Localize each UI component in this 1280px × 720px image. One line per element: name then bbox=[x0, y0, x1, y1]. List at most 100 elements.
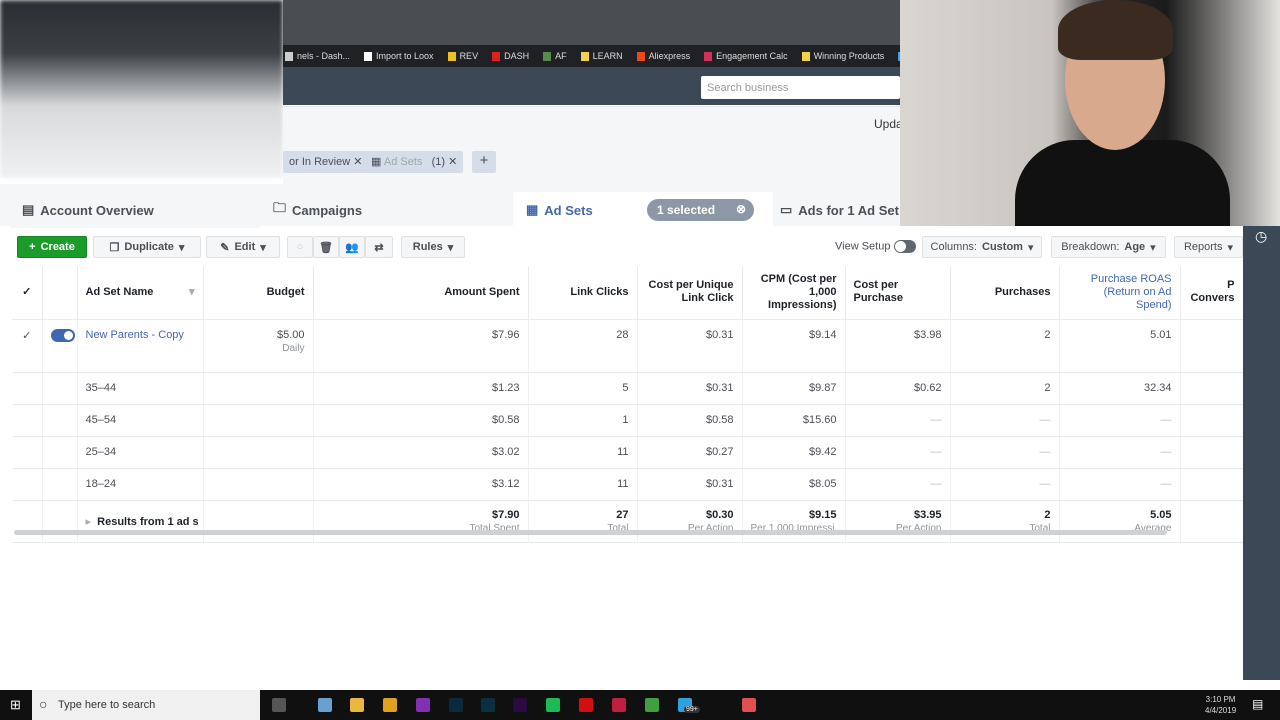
select-all-checkbox[interactable]: ✓ bbox=[12, 266, 43, 320]
tab-campaigns[interactable]: 🗀 Campaigns bbox=[273, 192, 362, 228]
table-row[interactable]: 35–44 $1.23 5 $0.31 $9.87 $0.62 2 32.34 bbox=[12, 372, 1244, 405]
close-icon[interactable]: ✕ bbox=[353, 156, 362, 168]
results-name[interactable]: ▸ Results from 1 ad s bbox=[77, 500, 204, 543]
rules-button[interactable]: Rules ▾ bbox=[401, 236, 465, 258]
lightroom-icon[interactable] bbox=[481, 698, 495, 712]
empty-cell bbox=[12, 372, 43, 405]
col-purchase-roas[interactable]: Purchase ROAS (Return on Ad Spend) bbox=[1059, 266, 1181, 320]
results-label: Results from 1 ad s bbox=[97, 515, 199, 528]
clear-selection-icon[interactable]: ⊗ bbox=[736, 202, 746, 216]
reports-dropdown[interactable]: Reports ▾ bbox=[1174, 236, 1243, 258]
app-z-icon[interactable] bbox=[612, 698, 626, 712]
bookmark-icon bbox=[543, 52, 552, 62]
tab-account-overview[interactable]: ▤ Account Overview bbox=[22, 192, 154, 228]
bookmark-item[interactable]: Winning Products bbox=[801, 50, 885, 62]
tab-ad-sets[interactable]: ▦ Ad Sets bbox=[526, 192, 593, 228]
active-toggle[interactable] bbox=[50, 328, 75, 342]
cpm-cell: $9.14 bbox=[742, 319, 846, 373]
bookmark-item[interactable]: DASH bbox=[492, 51, 529, 62]
evernote-icon[interactable] bbox=[645, 698, 659, 712]
cpm-cell: $8.05 bbox=[742, 468, 846, 501]
breakdown-dropdown[interactable]: Breakdown: Age ▾ bbox=[1051, 236, 1166, 258]
col-budget[interactable]: Budget bbox=[203, 266, 314, 320]
bookmark-item[interactable]: Aliexpress bbox=[636, 51, 690, 62]
audience-button[interactable]: 👥 bbox=[339, 236, 365, 258]
columns-dropdown[interactable]: Columns: Custom ▾ bbox=[922, 236, 1042, 258]
tab-label: Account Overview bbox=[40, 202, 154, 218]
view-setup-toggle[interactable] bbox=[893, 240, 916, 253]
search-business-input[interactable]: Search business bbox=[701, 76, 900, 99]
bookmark-label: nels - Dash... bbox=[297, 50, 351, 61]
add-filter-button[interactable]: + bbox=[472, 151, 496, 173]
create-button[interactable]: + Create bbox=[17, 236, 87, 258]
windows-start-icon[interactable]: ⊞ bbox=[10, 697, 21, 713]
table-row[interactable]: 18–24 $3.12 11 $0.31 $8.05— — — bbox=[12, 468, 1244, 501]
horizontal-scrollbar[interactable] bbox=[14, 530, 1167, 535]
notifications-icon[interactable]: ▤ bbox=[1252, 697, 1263, 711]
bookmark-item[interactable]: LEARN bbox=[580, 51, 623, 62]
edit-button[interactable]: ✎ Edit ▾ bbox=[206, 236, 280, 258]
netflix-icon[interactable] bbox=[579, 698, 593, 712]
table-row[interactable]: 25–34 $3.02 11 $0.27 $9.42— — — bbox=[12, 436, 1244, 469]
bookmark-item[interactable]: nels - Dash... bbox=[285, 50, 351, 62]
table-row[interactable]: ✓ New Parents - Copy $5.00 Daily $7.96 28… bbox=[12, 319, 1244, 373]
premiere-icon[interactable] bbox=[513, 698, 527, 712]
purchases-cell: — bbox=[950, 468, 1060, 501]
system-clock[interactable]: 3:10 PM 4/4/2019 bbox=[1205, 694, 1236, 716]
onenote-icon[interactable] bbox=[416, 698, 430, 712]
col-conversions[interactable]: P Convers bbox=[1180, 266, 1244, 320]
task-view-icon[interactable] bbox=[272, 698, 286, 712]
bookmark-icon bbox=[580, 52, 589, 62]
expand-icon[interactable]: ▸ bbox=[86, 516, 92, 528]
breakdown-value: Age bbox=[1124, 241, 1146, 253]
trash-icon: 🗑 bbox=[319, 241, 333, 254]
cpm-cell: $9.87 bbox=[742, 372, 846, 405]
col-amount-spent[interactable]: Amount Spent bbox=[313, 266, 529, 320]
col-cpm[interactable]: CPM (Cost per 1,000 Impressions) bbox=[742, 266, 846, 320]
empty-cell bbox=[1180, 372, 1244, 405]
chrome-icon[interactable] bbox=[383, 698, 397, 712]
empty-cell bbox=[12, 500, 43, 543]
cortana-icon: ○ bbox=[39, 696, 48, 712]
spotify-icon[interactable] bbox=[546, 698, 560, 712]
taskbar-search[interactable]: ○ Type here to search bbox=[32, 690, 260, 720]
table-row[interactable]: 45–54 $0.58 1 $0.58 $15.60— — — bbox=[12, 404, 1244, 437]
bookmark-label: Winning Products bbox=[813, 50, 885, 61]
filter-chip-in-review[interactable]: or In Review ✕ bbox=[283, 151, 369, 173]
plus-icon: + bbox=[29, 241, 36, 253]
bookmark-item[interactable]: REV bbox=[447, 51, 478, 62]
clock-icon[interactable]: ◷ bbox=[1255, 228, 1267, 245]
total-roas: 5.05 Average bbox=[1059, 500, 1181, 543]
selected-badge[interactable]: 1 selected ⊗ bbox=[647, 199, 754, 221]
ad-set-name-link[interactable]: New Parents - Copy bbox=[77, 319, 204, 373]
col-cost-per-unique-link-click[interactable]: Cost per Unique Link Click bbox=[637, 266, 743, 320]
file-explorer-icon[interactable] bbox=[350, 698, 364, 712]
chevron-down-icon[interactable]: ▾ bbox=[260, 241, 266, 254]
duplicate-button[interactable]: ❐ Duplicate ▾ bbox=[93, 236, 201, 258]
col-link-clicks[interactable]: Link Clicks bbox=[528, 266, 638, 320]
bookmark-item[interactable]: Import to Loox bbox=[364, 51, 434, 62]
bookmark-item[interactable]: Engagement Calc bbox=[704, 51, 788, 62]
budget-cell[interactable]: $5.00 Daily bbox=[203, 319, 314, 373]
budget-type: Daily bbox=[282, 342, 305, 354]
col-ad-set-name[interactable]: Ad Set Name ▾ bbox=[77, 266, 204, 320]
tab-ads[interactable]: ▭ Ads for 1 Ad Set bbox=[780, 192, 899, 228]
photoshop-icon[interactable] bbox=[449, 698, 463, 712]
empty-cell bbox=[42, 436, 78, 469]
filter-chip-ad-sets[interactable]: ▦ Ad Sets (1) ✕ bbox=[365, 151, 464, 173]
delete-button[interactable]: 🗑 bbox=[313, 236, 339, 258]
refresh-button[interactable]: ○ bbox=[287, 236, 313, 258]
value: $3.95 bbox=[913, 508, 942, 521]
view-setup[interactable]: View Setup bbox=[835, 240, 916, 253]
row-toggle[interactable] bbox=[42, 319, 78, 373]
app-icon[interactable] bbox=[318, 698, 332, 712]
bookmark-item[interactable]: AF bbox=[543, 51, 567, 62]
ab-test-button[interactable]: ⇄ bbox=[365, 236, 393, 258]
close-icon[interactable]: ✕ bbox=[448, 156, 457, 168]
app-icon[interactable] bbox=[742, 698, 756, 712]
chevron-down-icon[interactable]: ▾ bbox=[179, 241, 185, 254]
duplicate-icon: ❐ bbox=[109, 241, 120, 254]
col-cost-per-purchase[interactable]: Cost per Purchase bbox=[845, 266, 951, 320]
col-purchases[interactable]: Purchases bbox=[950, 266, 1060, 320]
row-checkbox[interactable]: ✓ bbox=[12, 319, 43, 373]
